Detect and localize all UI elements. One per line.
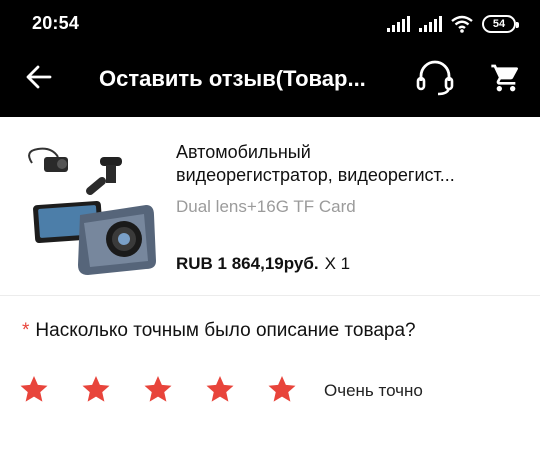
product-image <box>28 147 156 275</box>
cart-icon <box>491 64 519 92</box>
signal-icon <box>387 16 410 32</box>
required-mark: * <box>22 320 30 341</box>
star-5-button[interactable] <box>266 373 298 405</box>
rating-label: Очень точно <box>324 381 423 400</box>
status-bar: 20:54 54 <box>0 0 540 46</box>
page-title: Оставить отзыв(Товар... <box>99 66 366 91</box>
support-button[interactable] <box>414 58 456 98</box>
back-button[interactable] <box>22 60 56 94</box>
battery-icon: 54 <box>482 15 519 33</box>
product-price: RUB 1 864,19руб. <box>176 254 319 273</box>
star-icon <box>82 376 110 402</box>
status-icons: 54 <box>387 14 519 34</box>
product-variant: Dual lens+16G TF Card <box>176 197 356 216</box>
product-name-line2: видеорегистратор, видеорегист... <box>176 165 455 185</box>
question-text: * Насколько точным было описание товара? <box>22 320 416 342</box>
star-icon <box>206 376 234 402</box>
wifi-icon <box>451 15 473 33</box>
product-card: Автомобильный видеорегистратор, видеорег… <box>0 117 540 296</box>
star-rating <box>18 373 298 405</box>
star-icon <box>144 376 172 402</box>
product-quantity: X 1 <box>324 254 351 273</box>
star-icon <box>268 376 296 402</box>
signal-icon <box>419 16 442 32</box>
question-label: Насколько точным было описание товара? <box>35 320 416 341</box>
product-price-row: RUB 1 864,19руб. X 1 <box>176 254 350 274</box>
star-3-button[interactable] <box>142 373 174 405</box>
star-1-button[interactable] <box>18 373 50 405</box>
back-arrow-icon <box>26 65 52 89</box>
star-2-button[interactable] <box>80 373 112 405</box>
star-icon <box>20 376 48 402</box>
product-name: Автомобильный видеорегистратор, видеорег… <box>176 141 516 187</box>
star-4-button[interactable] <box>204 373 236 405</box>
cart-button[interactable] <box>486 58 526 98</box>
status-time: 20:54 <box>32 13 80 33</box>
product-name-line1: Автомобильный <box>176 142 311 162</box>
headset-icon <box>416 60 454 96</box>
top-bar: 20:54 54 Оставить отзыв(Товар... <box>0 0 540 117</box>
